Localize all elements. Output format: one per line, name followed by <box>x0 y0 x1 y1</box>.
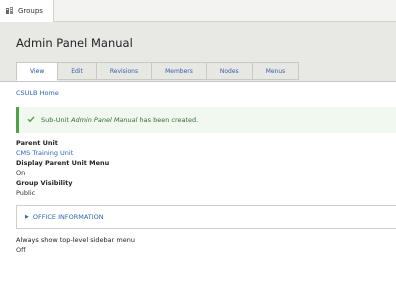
tab-revisions[interactable]: Revisions <box>95 62 152 80</box>
parent-unit-link[interactable]: CMS Training Unit <box>16 149 73 157</box>
tab-edit[interactable]: Edit <box>57 62 96 80</box>
display-parent-unit-menu-value: On <box>16 169 26 177</box>
groups-icon <box>5 6 14 17</box>
tab-menus[interactable]: Menus <box>251 62 300 80</box>
display-parent-unit-menu-field: Display Parent Unit Menu On <box>16 159 109 177</box>
group-visibility-value: Public <box>16 189 36 197</box>
status-message-text: Sub-Unit Admin Panel Manual has been cre… <box>41 116 198 124</box>
tab-members[interactable]: Members <box>151 62 206 80</box>
status-message-unit-name: Admin Panel Manual <box>71 116 138 124</box>
page-title: Admin Panel Manual <box>16 36 133 50</box>
display-parent-unit-menu-label: Display Parent Unit Menu <box>16 159 110 167</box>
status-message-prefix: Sub-Unit <box>41 116 69 124</box>
tab-nodes[interactable]: Nodes <box>205 62 252 80</box>
group-visibility-label: Group Visibility <box>16 179 73 187</box>
toolbar: Groups <box>0 0 396 22</box>
checkmark-icon <box>27 115 35 125</box>
office-information-details[interactable]: ▶ Office Information <box>16 205 396 229</box>
sidebar-menu-label: Always show top-level sidebar menu <box>16 236 135 244</box>
triangle-right-icon: ▶ <box>25 214 29 220</box>
group-visibility-field: Group Visibility Public <box>16 179 72 197</box>
breadcrumb-home-link[interactable]: CSULB Home <box>16 89 59 97</box>
office-information-summary[interactable]: Office Information <box>33 213 104 221</box>
parent-unit-field: Parent Unit CMS Training Unit <box>16 139 73 157</box>
primary-tabs: View Edit Revisions Members Nodes Menus <box>16 62 300 81</box>
tab-view[interactable]: View <box>16 62 58 81</box>
status-message: Sub-Unit Admin Panel Manual has been cre… <box>16 107 396 133</box>
groups-tab-label: Groups <box>18 7 43 15</box>
parent-unit-label: Parent Unit <box>16 139 58 147</box>
sidebar-menu-field: Always show top-level sidebar menu Off <box>16 236 135 254</box>
sidebar-menu-value: Off <box>16 246 26 254</box>
groups-toolbar-tab[interactable]: Groups <box>0 0 54 22</box>
status-message-suffix: has been created. <box>139 116 199 124</box>
